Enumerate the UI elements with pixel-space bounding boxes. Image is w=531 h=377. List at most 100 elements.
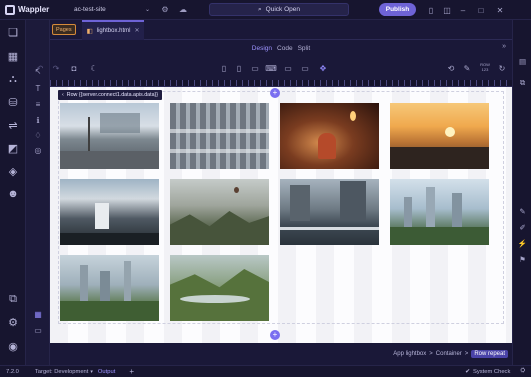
refresh-icon[interactable]: ↻ [496, 62, 508, 74]
add-element-top-button[interactable]: + [270, 88, 280, 98]
element-selector-label[interactable]: ‹ Row {{server.connect1.data.apis.data}} [58, 90, 163, 100]
workflow-icon[interactable]: ⛬ [5, 71, 21, 87]
mobile-icon[interactable]: ▯ [233, 62, 245, 74]
gallery-image-building[interactable] [170, 103, 269, 169]
wappler-logo-icon [5, 4, 15, 15]
properties-icon[interactable]: ▤ [517, 56, 528, 67]
layers-icon[interactable]: ◈ [5, 163, 21, 179]
add-icon[interactable]: + [129, 367, 134, 376]
text-icon[interactable]: T [32, 82, 44, 94]
design-canvas[interactable]: + + ‹ Row {{server.connect1.data.apis.da… [50, 87, 512, 343]
redo-icon[interactable]: ↷ [50, 62, 62, 74]
undo-icon[interactable]: ↶ [34, 62, 46, 74]
desktop-icon[interactable]: ▭ [282, 62, 294, 74]
design-toolbar: ↶ ↷ ◘ ☾ ▯ ▯ ▭ ⌨ ▭ ▭ ✥ ⟲ ✎ ROW 123 ↻ [37, 58, 512, 78]
target-select[interactable]: Target: Development [35, 369, 89, 375]
gallery-image-valley[interactable] [170, 179, 269, 245]
chevron-left-icon: ‹ [62, 92, 64, 98]
horizontal-ruler [50, 80, 512, 87]
frame-icon[interactable]: ▭ [32, 324, 44, 336]
code-refresh-icon[interactable]: ⟲ [445, 62, 457, 74]
gallery-image-river-valley[interactable] [170, 255, 269, 321]
row-size-indicator[interactable]: ROW 123 [477, 62, 493, 72]
wide-desktop-icon[interactable]: ▭ [299, 62, 311, 74]
activity-bar: ❏ ▦ ⛬ ⛁ ⇌ ◩ ◈ ☻ ⧉ ⚙ ◉ [0, 20, 26, 365]
breadcrumb-app[interactable]: App lightbox [393, 351, 426, 357]
properties-bar: ▤ ⧉ ✎ ✐ ⚡ ⚑ [512, 20, 531, 365]
view-split[interactable]: Split [298, 45, 311, 52]
breadcrumb-separator: > [429, 351, 433, 357]
top-bar: Wappler ac-test-site ⌄ ⚙ ☁ ⌕ Quick Open … [0, 0, 531, 20]
app-name: Wappler [18, 5, 50, 14]
extensions-icon[interactable]: ⧉ [5, 291, 21, 307]
info-icon[interactable]: ℹ [32, 114, 44, 126]
app-logo: Wappler [5, 4, 67, 15]
moon-icon[interactable]: ☾ [88, 62, 100, 74]
book-icon[interactable]: ▯ [425, 4, 437, 16]
search-icon: ⌕ [258, 5, 262, 13]
api-icon[interactable]: ⇌ [5, 117, 21, 133]
data-bindings-icon[interactable]: ⧉ [517, 77, 528, 88]
gallery-image-station[interactable] [60, 179, 159, 245]
status-bar: 7.2.0 Target: Development ▾ Output + ✔ S… [0, 365, 531, 377]
edit-external-icon[interactable]: ✎ [461, 62, 473, 74]
notifications-icon[interactable]: ⛭ [520, 368, 525, 375]
check-icon: ✔ [465, 368, 470, 375]
grid-icon[interactable]: ▦ [32, 308, 44, 320]
laptop-icon[interactable]: ⌨ [265, 62, 277, 74]
window-minimize-icon[interactable]: – [457, 4, 469, 16]
output-tab[interactable]: Output [98, 369, 115, 375]
database-icon[interactable]: ⛁ [5, 94, 21, 110]
close-icon[interactable]: ✕ [134, 27, 139, 34]
hint-icon[interactable]: ♢ [32, 129, 44, 141]
collapse-icon[interactable]: » [502, 43, 506, 50]
tab-lightbox-html[interactable]: ◧ lightbox.html ✕ [81, 19, 145, 40]
breadcrumb-container[interactable]: Container [436, 351, 462, 357]
cloud-icon[interactable]: ☁ [177, 4, 189, 16]
dynamic-attributes-icon[interactable]: ⚡ [517, 238, 528, 249]
move-icon[interactable]: ✥ [317, 62, 329, 74]
screenshot-icon[interactable]: ◘ [68, 62, 80, 74]
view-design[interactable]: Design [252, 45, 272, 52]
assets-icon[interactable]: ◩ [5, 140, 21, 156]
window-maximize-icon[interactable]: □ [475, 4, 487, 16]
gallery-image-crossing[interactable] [280, 179, 379, 245]
version-label: 7.2.0 [6, 368, 19, 375]
gallery-image-city-park[interactable] [60, 255, 159, 321]
layout-icon[interactable]: ◫ [441, 4, 453, 16]
avatar[interactable]: ◉ [5, 338, 21, 354]
view-switcher: Design Code Split » [50, 40, 512, 56]
tab-label: lightbox.html [96, 27, 131, 34]
window-close-icon[interactable]: ✕ [494, 4, 506, 16]
publish-button[interactable]: Publish [379, 3, 416, 16]
breadcrumb-row-repeat[interactable]: Row repeat [471, 350, 508, 358]
visibility-icon[interactable]: ◎ [32, 144, 44, 156]
gallery-image-street[interactable] [60, 103, 159, 169]
view-code[interactable]: Code [277, 45, 293, 52]
gallery-image-sunset[interactable] [390, 103, 489, 169]
brush-icon[interactable]: ✐ [517, 222, 528, 233]
tablet-icon[interactable]: ▭ [249, 62, 261, 74]
bot-icon[interactable]: ☻ [5, 186, 21, 202]
quick-open-search[interactable]: ⌕ Quick Open [209, 3, 349, 16]
align-icon[interactable]: ≡ [32, 98, 44, 110]
html-file-icon: ◧ [86, 27, 93, 35]
preferences-icon[interactable]: ⚙ [5, 314, 21, 330]
components-icon[interactable]: ▦ [5, 48, 21, 64]
settings-icon[interactable]: ⚙ [159, 4, 171, 16]
mobile-small-icon[interactable]: ▯ [218, 62, 230, 74]
files-icon[interactable]: ❏ [5, 24, 21, 40]
pages-badge[interactable]: Pages [52, 24, 76, 35]
editor-tab-bar: Pages ◧ lightbox.html ✕ [50, 19, 512, 40]
gallery-image-skyline[interactable] [390, 179, 489, 245]
variables-icon[interactable]: ⚑ [517, 254, 528, 265]
selector-text: Row {{server.connect1.data.apis.data}} [66, 92, 159, 98]
add-element-bottom-button[interactable]: + [270, 330, 280, 340]
system-check-label[interactable]: System Check [473, 369, 510, 375]
style-edit-icon[interactable]: ✎ [517, 206, 528, 217]
breadcrumb-separator: > [464, 351, 469, 357]
quick-open-label: Quick Open [265, 6, 300, 13]
chevron-down-icon: ⌄ [144, 7, 150, 13]
site-select[interactable]: ac-test-site ⌄ [71, 3, 153, 17]
gallery-image-interior[interactable] [280, 103, 379, 169]
